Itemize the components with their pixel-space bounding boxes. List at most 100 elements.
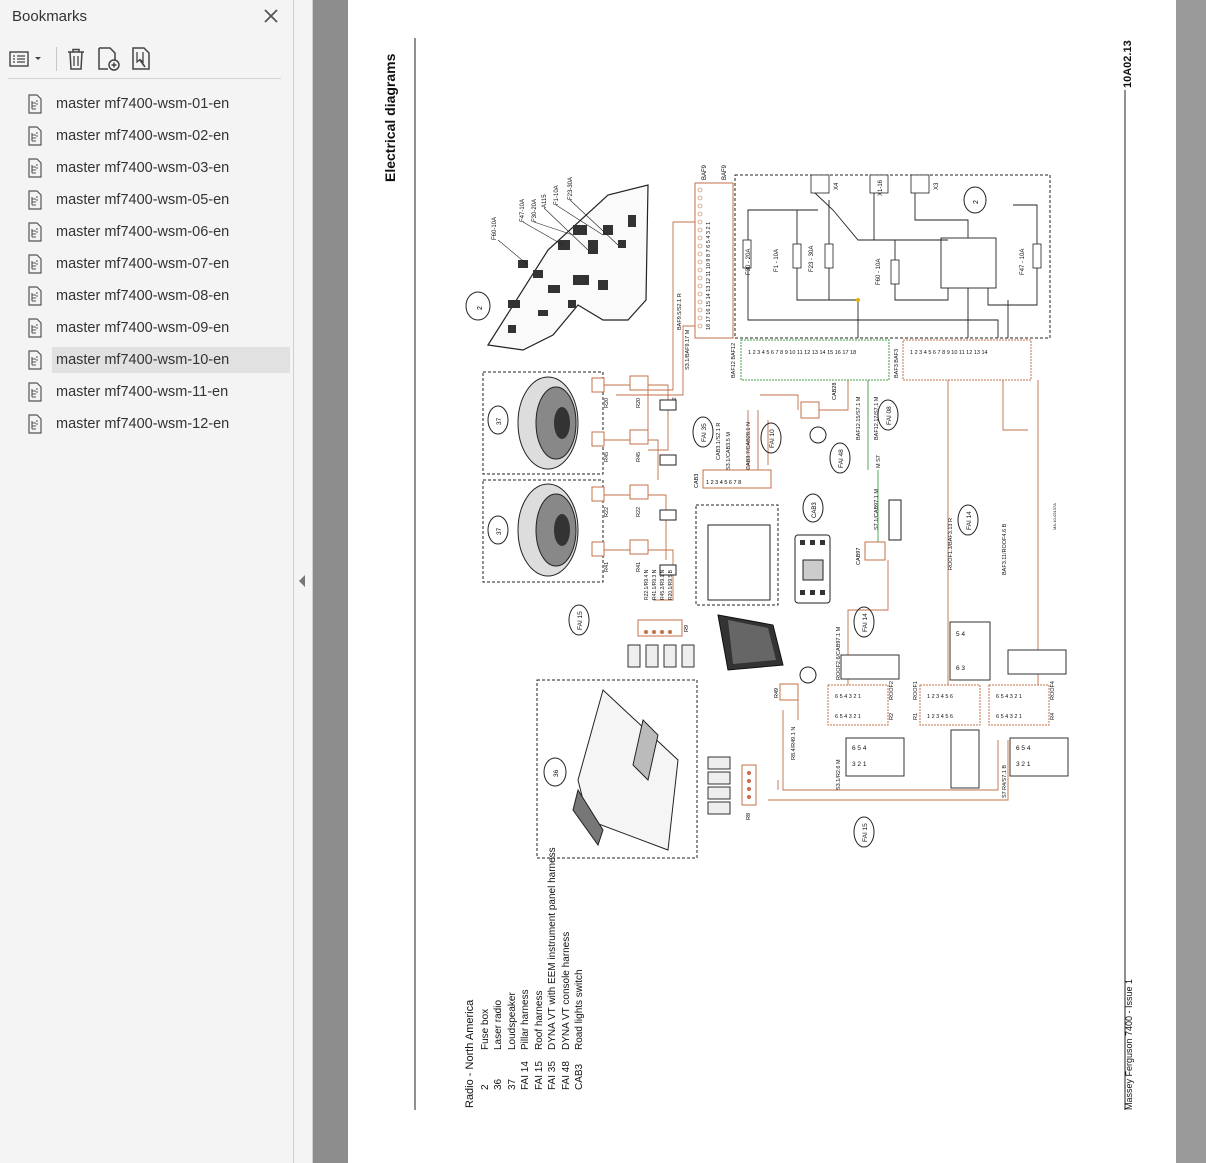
legend-code: FAI 48: [560, 1061, 572, 1090]
svg-text:ROOF1.3/BAF3.13 R: ROOF1.3/BAF3.13 R: [948, 518, 954, 570]
svg-text:R22.1/R9.4 N: R22.1/R9.4 N: [644, 569, 650, 600]
svg-text:MA-10-02137A: MA-10-02137A: [1052, 503, 1057, 530]
svg-text:CAB3.7/CAB28.1 N: CAB3.7/CAB28.1 N: [746, 422, 752, 470]
svg-text:FAI 10: FAI 10: [769, 429, 776, 448]
bookmarks-header: Bookmarks: [0, 0, 293, 32]
bookmark-label: master mf7400-wsm-03-en: [56, 160, 230, 176]
svg-text:S7.1/CAB97.1 M: S7.1/CAB97.1 M: [874, 489, 880, 530]
svg-text:CAB3.1/S2.1 R: CAB3.1/S2.1 R: [716, 423, 722, 460]
bookmark-item[interactable]: master mf7400-wsm-05-en: [0, 184, 293, 216]
find-bookmark-button[interactable]: [129, 44, 153, 74]
svg-text:F47-10A: F47-10A: [520, 199, 526, 222]
bookmark-item[interactable]: master mf7400-wsm-12-en: [0, 408, 293, 440]
svg-text:F23-30A: F23-30A: [568, 177, 574, 200]
bookmarks-panel: Bookmarks master mf7400-wsm-01-en master…: [0, 0, 294, 1163]
svg-text:R45.2/R9.1 N: R45.2/R9.1 N: [660, 569, 666, 600]
svg-text:F30 - 20A: F30 - 20A: [746, 249, 752, 275]
svg-text:R41: R41: [604, 562, 610, 572]
svg-text:R49: R49: [774, 688, 780, 698]
bookmark-item[interactable]: master mf7400-wsm-02-en: [0, 120, 293, 152]
svg-text:X4: X4: [834, 182, 840, 190]
bookmark-label: master mf7400-wsm-06-en: [56, 224, 230, 240]
bookmark-options-button[interactable]: [8, 44, 44, 74]
svg-text:R4: R4: [1050, 713, 1056, 720]
bookmark-page-icon: [28, 190, 42, 210]
panel-title: Bookmarks: [12, 7, 88, 25]
svg-text:S3.1/CAB3.5 M: S3.1/CAB3.5 M: [726, 432, 732, 470]
svg-text:A115: A115: [542, 194, 548, 208]
bookmark-item[interactable]: master mf7400-wsm-01-en: [0, 88, 293, 120]
svg-text:CAB97: CAB97: [856, 548, 862, 565]
svg-text:1 2 3 4 5 6 7 8 9 10 11 12 13: 1 2 3 4 5 6 7 8 9 10 11 12 13 14 15 16 1…: [748, 350, 856, 356]
svg-text:M S7: M S7: [876, 455, 882, 468]
add-bookmark-icon: [98, 47, 120, 71]
bookmark-page-icon: [28, 318, 42, 338]
svg-text:R9: R9: [684, 625, 690, 632]
bookmark-item[interactable]: master mf7400-wsm-10-en: [0, 344, 293, 376]
svg-text:R41.1/R9.3 N: R41.1/R9.3 N: [652, 569, 658, 600]
svg-text:BAF12 BAF12: BAF12 BAF12: [731, 343, 737, 378]
svg-text:37: 37: [496, 527, 503, 535]
svg-text:F47 - 10A: F47 - 10A: [1020, 249, 1026, 275]
bookmark-item[interactable]: master mf7400-wsm-08-en: [0, 280, 293, 312]
svg-text:6 5 4 3 2 1: 6 5 4 3 2 1: [996, 714, 1022, 720]
new-bookmark-button[interactable]: [95, 44, 121, 74]
legend-code: FAI 14: [520, 1061, 531, 1090]
bookmark-page-icon: [28, 350, 42, 370]
svg-text:6 3: 6 3: [956, 665, 965, 672]
svg-text:R4/S7.1 B: R4/S7.1 B: [1002, 765, 1008, 790]
bookmark-item[interactable]: master mf7400-wsm-03-en: [0, 152, 293, 184]
svg-text:R2: R2: [889, 713, 895, 720]
bookmark-label: master mf7400-wsm-02-en: [56, 128, 230, 144]
bookmark-label: master mf7400-wsm-12-en: [56, 416, 230, 432]
svg-text:BAF9: BAF9: [702, 164, 708, 180]
svg-text:BAF9.5/S2.1 R: BAF9.5/S2.1 R: [677, 293, 683, 330]
svg-text:FAI 15: FAI 15: [862, 823, 869, 842]
svg-text:3 2 1: 3 2 1: [1016, 761, 1031, 768]
legend: Radio - North America 2 Fuse box 36 Laser r…: [464, 847, 587, 1108]
collapse-panel-icon[interactable]: [299, 575, 305, 587]
svg-text:F23 - 30A: F23 - 30A: [809, 246, 815, 272]
document-viewer[interactable]: 2 F60-10A F47-10A F30-20A A115 F1-10A F2…: [313, 0, 1206, 1163]
svg-text:18 17 16 15 14 13 12 11 10 9 8: 18 17 16 15 14 13 12 11 10 9 8 7 6 5 4 3…: [706, 222, 712, 330]
svg-text:FAI 14: FAI 14: [966, 511, 973, 530]
svg-text:6 5 4 3 2 1: 6 5 4 3 2 1: [835, 714, 861, 720]
legend-title: Radio - North America: [464, 999, 476, 1108]
viewer-edge: [1176, 0, 1206, 1163]
svg-text:X1-16: X1-16: [878, 179, 884, 196]
legend-row: FAI 14 Pillar harness: [519, 847, 533, 1108]
svg-text:R45: R45: [604, 452, 610, 462]
svg-text:S7: S7: [1002, 791, 1008, 798]
svg-text:F30-20A: F30-20A: [532, 199, 538, 222]
bookmark-item[interactable]: master mf7400-wsm-11-en: [0, 376, 293, 408]
bookmark-item[interactable]: master mf7400-wsm-06-en: [0, 216, 293, 248]
svg-text:ROOF2: ROOF2: [889, 681, 895, 700]
delete-bookmark-button[interactable]: [65, 44, 87, 74]
svg-text:CAB3: CAB3: [812, 502, 818, 518]
svg-text:R22: R22: [604, 507, 610, 517]
legend-row: 36 Laser radio: [492, 847, 506, 1108]
bookmark-label: master mf7400-wsm-07-en: [56, 256, 230, 272]
svg-text:CAB3: CAB3: [694, 474, 700, 488]
svg-text:37: 37: [496, 417, 503, 425]
bookmark-page-icon: [28, 382, 42, 402]
svg-text:FAI 15: FAI 15: [577, 611, 584, 630]
bookmark-item[interactable]: master mf7400-wsm-07-en: [0, 248, 293, 280]
bookmark-item[interactable]: master mf7400-wsm-09-en: [0, 312, 293, 344]
fuse-board-illustration: [486, 184, 649, 351]
svg-text:F60-10A: F60-10A: [492, 217, 498, 240]
svg-text:6 5 4: 6 5 4: [852, 745, 867, 752]
bookmark-label: master mf7400-wsm-08-en: [56, 288, 230, 304]
svg-text:S3.1/R2.6 M: S3.1/R2.6 M: [836, 759, 842, 790]
svg-text:BAF12.17/S7.1 M: BAF12.17/S7.1 M: [874, 396, 880, 440]
legend-desc: Roof harness: [533, 990, 545, 1050]
bookmark-label: master mf7400-wsm-01-en: [56, 96, 230, 112]
svg-text:1 2 3 4 5 6: 1 2 3 4 5 6: [927, 694, 953, 700]
bookmark-page-icon: [28, 414, 42, 434]
legend-desc: Road lights switch: [574, 969, 585, 1050]
close-panel-button[interactable]: [261, 6, 281, 26]
baf12-connector: [740, 339, 1032, 381]
svg-text:FAI 08: FAI 08: [886, 406, 893, 425]
svg-text:6 5 4 3 2 1: 6 5 4 3 2 1: [835, 694, 861, 700]
svg-text:ROOF1: ROOF1: [913, 681, 919, 700]
